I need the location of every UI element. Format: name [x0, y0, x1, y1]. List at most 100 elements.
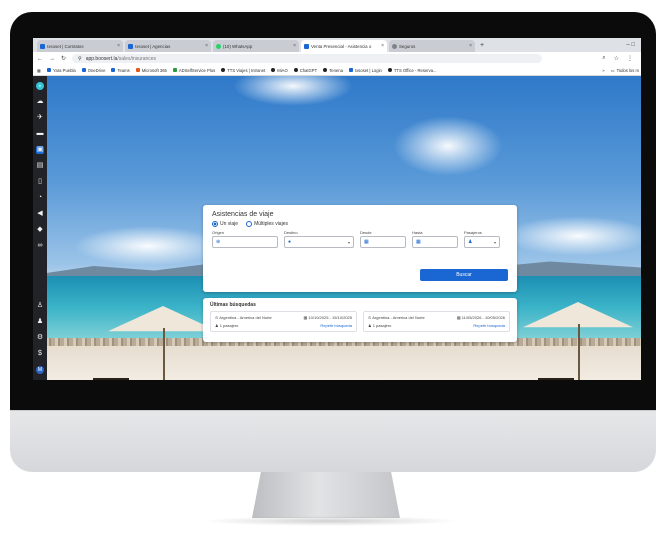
radio-single-trip[interactable]: Un viaje [212, 221, 238, 227]
bookmark-item[interactable]: TTS Office - Reserva... [387, 67, 437, 73]
close-icon[interactable]: × [293, 43, 296, 49]
bookmark-item[interactable]: Microsoft 365 [135, 67, 167, 73]
to-date-input[interactable]: ▦ [412, 236, 458, 248]
whatsapp-icon [216, 43, 221, 49]
cloud [393, 116, 503, 176]
app-logo[interactable]: b [36, 82, 44, 90]
cloud-icon[interactable]: ☁ [36, 98, 44, 106]
origin-input[interactable]: ⊕ [212, 236, 278, 248]
bookmark-item[interactable]: Yara Puebla [46, 68, 76, 73]
bookmark-label: TTS Office - Reserva... [393, 67, 437, 73]
bookmark-item[interactable]: Teams [111, 67, 130, 73]
from-date-input[interactable]: ▦ [360, 236, 406, 248]
travel-assistance-form: Asistencias de viaje Un viaje Múltiples … [203, 205, 517, 292]
app-sidebar: b ☁ ✈ ▬ ▣ ▤ ▯ ◔ ◀ ◆ ∞ ♙ ♟ ⚙ $ M [33, 76, 47, 380]
repeat-search-link[interactable]: Repetir búsqueda [457, 323, 505, 328]
tab-seguros[interactable]: Seguros × [389, 40, 475, 52]
chatgpt-icon [293, 68, 298, 72]
url-path: /sales/insurances [117, 55, 157, 62]
user-plus-icon[interactable]: ♙ [36, 302, 44, 310]
dates-value: 11/05/2026 - 10/05/2026 [461, 315, 505, 320]
bookmarks-more[interactable]: » [602, 68, 604, 73]
bookmark-label: TTS Viajes | Intranet [227, 67, 266, 73]
repeat-search-link[interactable]: Repetir búsqueda [304, 323, 352, 328]
globe-icon [387, 68, 392, 72]
site-info-icon[interactable]: ⚲ [78, 56, 82, 62]
infinity-icon[interactable]: ∞ [36, 242, 44, 250]
tab-label: Ixsoset | Agencias [135, 43, 171, 49]
car-icon[interactable]: ▬ [36, 130, 44, 138]
address-bar: ← → ↻ ⚲ app.boosert.la/sales/insurances … [33, 52, 641, 65]
tab-contratos[interactable]: Ixsoset | Contratos × [37, 40, 123, 52]
site-icon [128, 43, 133, 49]
bookmark-item[interactable]: ADSelfService Plus [172, 68, 215, 73]
origin-label: Origen [212, 230, 225, 235]
megaphone-icon[interactable]: ◀ [36, 210, 44, 218]
origin-field-group: Origen ⊕ [212, 230, 278, 248]
tag-icon[interactable]: ◆ [36, 226, 44, 234]
passengers-field-group: Pasajeros ♟ ▾ [464, 230, 500, 248]
dates-text: ▦ 11/05/2026 - 10/05/2026 [456, 315, 505, 320]
bookmark-label: Teams [117, 67, 130, 73]
bookmark-item[interactable]: TTS Viajes | Intranet [221, 68, 265, 73]
briefcase-icon[interactable]: ▣ [36, 146, 44, 154]
passengers-text: ♟ 1 pasajero [215, 323, 239, 328]
bookmark-label: MiAO [277, 67, 288, 73]
umbrella [108, 306, 218, 380]
passengers-label: Pasajeros [464, 230, 482, 235]
zoom-icon[interactable]: ⌕ [602, 55, 605, 62]
search-button[interactable]: Buscar [420, 269, 508, 281]
calendar-icon: ▦ [416, 239, 421, 245]
passengers-select[interactable]: ♟ ▾ [464, 236, 500, 248]
tab-agencias[interactable]: Ixsoset | Agencias × [125, 40, 211, 52]
currency-icon[interactable]: $ [36, 350, 44, 358]
route-value: Argentina - America del Norte [219, 315, 272, 320]
bookmark-item[interactable]: ChatGPT [293, 68, 317, 73]
route-value: Argentina - America del Norte [372, 315, 425, 320]
bookmark-label: Tenena [329, 67, 343, 73]
star-icon[interactable]: ☆ [614, 55, 619, 62]
url-domain: app.boosert.la [85, 55, 118, 62]
radio-multiple-trips[interactable]: Múltiples viajes [246, 221, 288, 227]
url-field[interactable]: ⚲ app.boosert.la/sales/insurances [72, 54, 543, 63]
folder-icon: ▭ [610, 67, 615, 73]
building-icon[interactable]: ▤ [36, 162, 44, 170]
reload-icon[interactable]: ↻ [61, 55, 66, 62]
window-controls[interactable]: – □ [626, 42, 641, 48]
pie-chart-icon[interactable]: ◔ [36, 194, 44, 202]
tab-venta-presencial[interactable]: Venta Presencial - Asistencia o × [301, 40, 387, 52]
back-icon[interactable]: ← [37, 56, 43, 62]
menu-icon[interactable]: ⋮ [627, 55, 633, 62]
gear-icon[interactable]: ⚙ [36, 334, 44, 342]
plane-icon[interactable]: ✈ [36, 114, 44, 122]
bookmark-item[interactable]: OneDrive [81, 68, 105, 73]
globe-icon [323, 68, 328, 72]
site-icon [304, 43, 309, 49]
apps-icon[interactable]: ▦ [37, 68, 41, 73]
avatar[interactable]: M [36, 366, 44, 374]
recent-searches-list: ⊙ Argentina - America del Norte ▦ 10/10/… [210, 311, 510, 332]
close-icon[interactable]: × [205, 43, 208, 49]
new-tab-button[interactable]: + [480, 42, 484, 49]
search-fields: Origen ⊕ Destino ● ▾ Desde ▦ Hasta ▦ Pas… [212, 230, 508, 248]
close-icon[interactable]: × [381, 43, 384, 49]
team-icon[interactable]: ♟ [36, 318, 44, 326]
bookmark-item[interactable]: MiAO [271, 67, 288, 73]
bookmark-item[interactable]: Tenena [323, 68, 343, 73]
microsoft-icon [135, 68, 140, 72]
recent-searches-card: Últimas búsquedas ⊙ Argentina - America … [203, 298, 517, 342]
tab-whatsapp[interactable]: (10) WhatsApp × [213, 40, 299, 52]
dates-text: ▦ 10/10/2025 - 15/10/2025 [303, 315, 352, 320]
bookmark-item[interactable]: Ixsoset | Login [348, 68, 382, 73]
chevron-down-icon: ▾ [493, 239, 496, 245]
close-icon[interactable]: × [469, 43, 472, 49]
document-icon[interactable]: ▯ [36, 178, 44, 186]
destination-select[interactable]: ● ▾ [284, 236, 354, 248]
bookmark-label: Microsoft 365 [141, 67, 167, 73]
forward-icon[interactable]: → [49, 56, 55, 62]
lounge-chair [93, 378, 129, 380]
all-bookmarks[interactable]: ▭ Todos los m [611, 68, 641, 73]
close-icon[interactable]: × [117, 43, 120, 49]
monitor-chin [10, 410, 656, 472]
form-title: Asistencias de viaje [212, 211, 274, 218]
